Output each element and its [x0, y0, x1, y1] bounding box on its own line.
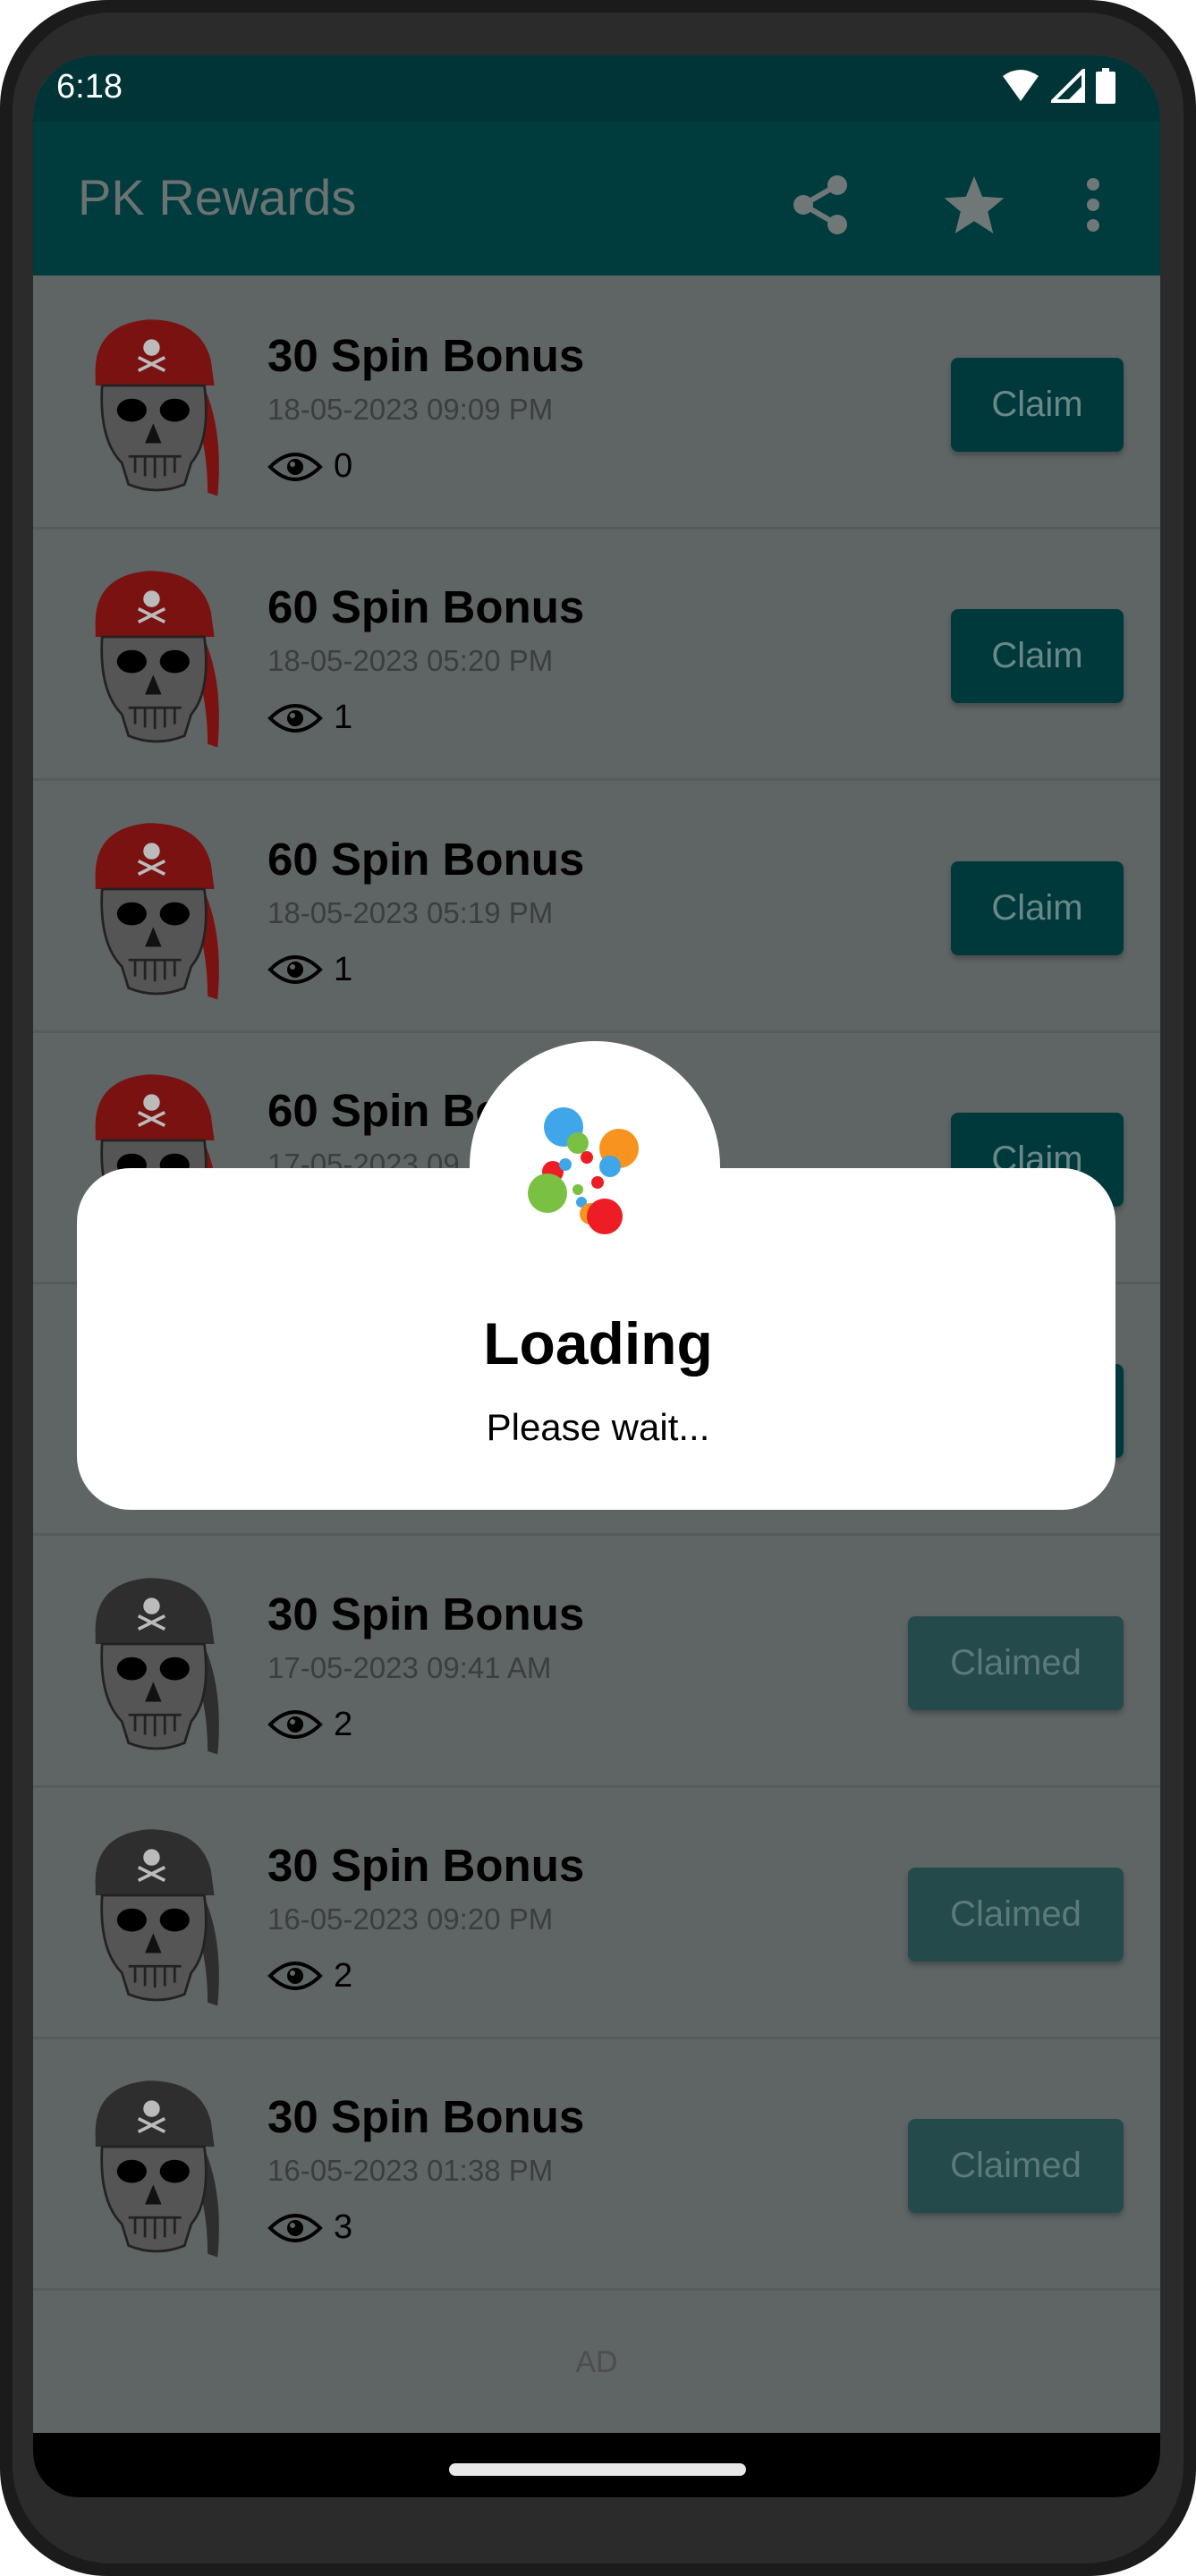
home-handle[interactable]	[449, 2463, 746, 2476]
claimed-button[interactable]: Claimed	[908, 2119, 1124, 2214]
reward-date: 18-05-2023 05:19 PM	[267, 895, 554, 929]
view-count: 0	[334, 447, 353, 485]
pirate-skull-icon	[82, 311, 231, 501]
view-count: 3	[334, 2208, 353, 2247]
reward-row: 30 Spin Bonus 16-05-2023 09:20 PM 2 Claimed	[33, 1785, 1160, 2039]
eye-icon	[267, 1707, 323, 1742]
eye-icon	[267, 700, 323, 736]
reward-views: 2	[267, 1957, 352, 1996]
reward-row: 60 Spin Bonus 18-05-2023 05:20 PM 1 Claim	[33, 527, 1160, 782]
status-icons	[1001, 68, 1115, 104]
battery-icon	[1096, 68, 1115, 104]
reward-date: 16-05-2023 01:38 PM	[267, 2154, 554, 2188]
pirate-skull-icon	[82, 815, 231, 1004]
pirate-skull-icon	[82, 1821, 231, 2011]
pirate-skull-icon	[82, 563, 231, 752]
signal-icon	[1051, 69, 1085, 103]
ad-banner[interactable]: AD	[33, 2345, 1160, 2380]
dialog-message: Please wait...	[486, 1406, 710, 1448]
reward-views: 0	[267, 447, 352, 486]
loading-spinner-icon	[528, 1107, 639, 1234]
view-count: 1	[334, 699, 353, 737]
reward-title: 30 Spin Bonus	[267, 2091, 585, 2143]
share-icon[interactable]	[789, 174, 852, 236]
eye-icon	[267, 952, 323, 987]
pirate-skull-icon	[82, 2072, 231, 2262]
reward-date: 18-05-2023 05:20 PM	[267, 644, 554, 678]
star-icon[interactable]	[941, 174, 1007, 236]
reward-row: 30 Spin Bonus 16-05-2023 01:38 PM 3 Claimed	[33, 2037, 1160, 2292]
view-count: 2	[334, 1705, 353, 1743]
pirate-skull-icon	[82, 1570, 231, 1759]
reward-row: 30 Spin Bonus 17-05-2023 09:41 AM 2 Claimed	[33, 1534, 1160, 1788]
view-count: 2	[334, 1956, 353, 1995]
reward-date: 18-05-2023 09:09 PM	[267, 393, 554, 426]
status-time: 6:18	[56, 68, 123, 106]
reward-views: 1	[267, 951, 352, 989]
reward-date: 17-05-2023 09:41 AM	[267, 1650, 552, 1684]
claim-button[interactable]: Claim	[951, 358, 1124, 452]
wifi-icon	[1003, 70, 1039, 101]
eye-icon	[267, 1958, 323, 1994]
reward-date: 16-05-2023 09:20 PM	[267, 1902, 554, 1936]
reward-title: 30 Spin Bonus	[267, 330, 585, 381]
claim-button[interactable]: Claim	[951, 860, 1124, 955]
claim-button[interactable]: Claim	[951, 609, 1124, 704]
reward-title: 30 Spin Bonus	[267, 1839, 585, 1891]
reward-title: 60 Spin Bonus	[267, 833, 585, 885]
dialog-title: Loading	[483, 1310, 713, 1377]
app-title: PK Rewards	[78, 169, 357, 225]
view-count: 1	[334, 950, 353, 988]
reward-title: 30 Spin Bonus	[267, 1588, 585, 1640]
reward-row: 30 Spin Bonus 18-05-2023 09:09 PM 0 Claim	[33, 275, 1160, 530]
more-vert-icon[interactable]	[1084, 174, 1102, 236]
app-bar: PK Rewards	[33, 122, 1160, 275]
reward-views: 2	[267, 1706, 352, 1744]
claimed-button[interactable]: Claimed	[908, 1615, 1124, 1710]
eye-icon	[267, 2210, 323, 2246]
claimed-button[interactable]: Claimed	[908, 1867, 1124, 1962]
reward-views: 1	[267, 699, 352, 737]
eye-icon	[267, 449, 323, 485]
navigation-bar	[33, 2433, 1160, 2497]
reward-views: 3	[267, 2208, 352, 2247]
reward-row: 60 Spin Bonus 18-05-2023 05:19 PM 1 Claim	[33, 779, 1160, 1033]
status-bar: 6:18	[33, 55, 1160, 122]
reward-title: 60 Spin Bonus	[267, 581, 585, 633]
